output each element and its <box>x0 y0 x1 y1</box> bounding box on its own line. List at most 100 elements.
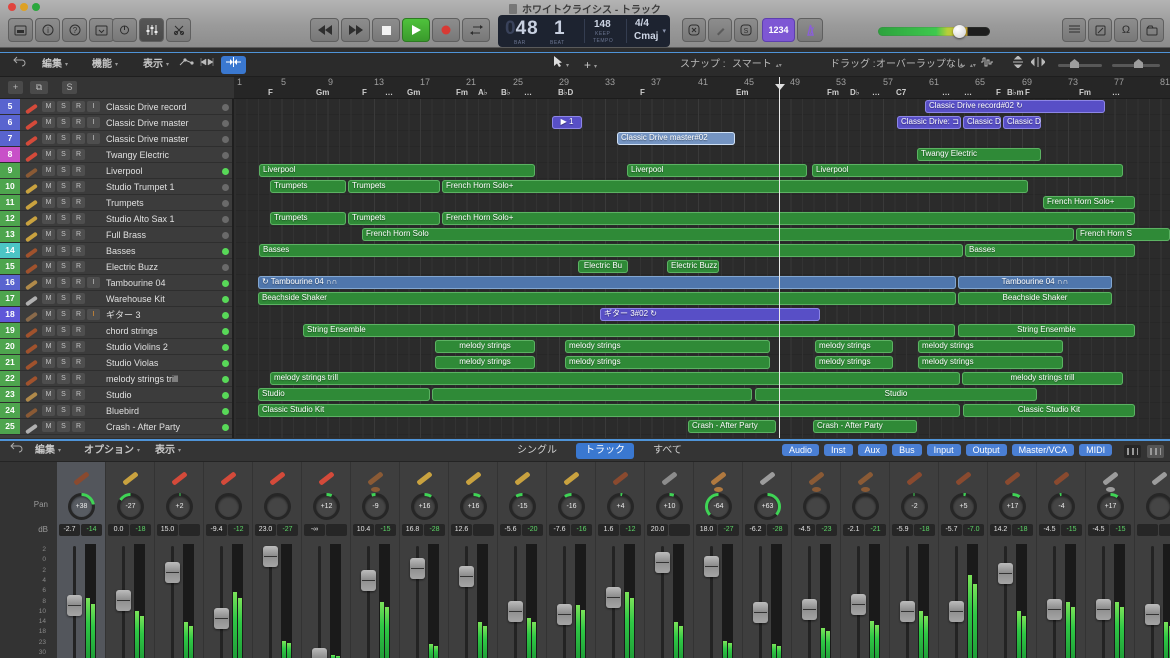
mute-button[interactable]: M <box>42 213 55 224</box>
region[interactable]: Trumpets <box>348 180 440 193</box>
volume-fader[interactable] <box>753 601 768 623</box>
fader-db-value[interactable]: -5.6 <box>500 524 521 536</box>
mute-button[interactable]: M <box>42 373 55 384</box>
quick-help-button[interactable]: ? <box>62 18 87 42</box>
pan-knob[interactable] <box>264 493 291 520</box>
solo-button[interactable]: S <box>57 389 70 400</box>
region[interactable]: Liverpool <box>627 164 807 177</box>
region[interactable]: melody strings <box>435 356 535 369</box>
mixer-channel-strip[interactable]: -4 -4.5 -15 <box>1037 462 1085 658</box>
pan-knob[interactable]: -16 <box>558 493 585 520</box>
mute-button[interactable]: M <box>42 341 55 352</box>
peak-db-value[interactable] <box>473 524 494 536</box>
solo-button[interactable]: S <box>57 277 70 288</box>
mixer-filter-button[interactable]: MIDI <box>1079 444 1113 456</box>
fader-db-value[interactable]: -7.6 <box>549 524 570 536</box>
mute-button[interactable]: M <box>42 261 55 272</box>
fader-db-value[interactable]: -6.2 <box>745 524 766 536</box>
mixer-filter-button[interactable]: Bus <box>892 444 922 456</box>
arrange-menu-functions[interactable]: 機能 ▾ <box>92 56 118 74</box>
peak-db-value[interactable] <box>1159 524 1170 536</box>
solo-mode-button[interactable]: S <box>734 18 758 42</box>
pan-knob[interactable]: +10 <box>656 493 683 520</box>
master-volume-knob[interactable] <box>953 25 966 38</box>
chord-track[interactable]: F Gm F… Gm Fm A♭ B♭… B♭D F Em Fm D♭… C7…… F B♭m F Fm… <box>234 88 1170 99</box>
record-enable-button[interactable]: R <box>72 149 85 160</box>
track-name[interactable]: Studio Violas <box>102 358 218 368</box>
automation-icon[interactable] <box>179 56 195 74</box>
solo-button[interactable]: S <box>57 405 70 416</box>
pan-knob[interactable]: -2 <box>901 493 928 520</box>
peak-db-value[interactable]: -14 <box>81 524 102 536</box>
record-enable-button[interactable]: R <box>72 181 85 192</box>
mixer-channel-strip[interactable]: -2.1 -21 <box>841 462 889 658</box>
pan-knob[interactable] <box>215 493 242 520</box>
mixer-filter-button[interactable]: Input <box>926 444 961 456</box>
mixer-button[interactable] <box>139 18 164 42</box>
mute-button[interactable]: M <box>42 405 55 416</box>
solo-button[interactable]: S <box>57 245 70 256</box>
volume-fader[interactable] <box>116 590 131 611</box>
pan-knob[interactable] <box>1146 493 1170 520</box>
pan-knob[interactable]: +12 <box>313 493 340 520</box>
track-name[interactable]: Tambourine 04 <box>102 278 218 288</box>
track-name[interactable]: Studio <box>102 390 218 400</box>
mixer-channel-strip[interactable]: -16 -7.6 -16 <box>547 462 595 658</box>
record-enable-button[interactable]: R <box>72 277 85 288</box>
mixer-filter-button[interactable]: Master/VCA <box>1011 444 1075 456</box>
track-name[interactable]: Trumpets <box>102 198 218 208</box>
solo-button[interactable]: S <box>57 101 70 112</box>
track-name[interactable]: Studio Alto Sax 1 <box>102 214 218 224</box>
fader-db-value[interactable]: 15.0 <box>157 524 178 536</box>
solo-button[interactable]: S <box>57 181 70 192</box>
editors-button[interactable] <box>166 18 191 42</box>
mixer-menu-options[interactable]: オプション ▾ <box>84 442 140 460</box>
solo-button[interactable]: S <box>57 293 70 304</box>
region[interactable]: Electric Bu <box>578 260 628 273</box>
fader-db-value[interactable]: -2.1 <box>843 524 864 536</box>
region[interactable]: French Horn S <box>1076 228 1170 241</box>
solo-button[interactable]: S <box>57 309 70 320</box>
peak-db-value[interactable]: -21 <box>865 524 886 536</box>
region[interactable]: melody strings <box>918 356 1063 369</box>
track-name[interactable]: ギター 3 <box>102 308 218 321</box>
catch-playhead-button[interactable] <box>221 56 246 74</box>
record-enable-button[interactable]: R <box>72 357 85 368</box>
mute-button[interactable]: M <box>42 181 55 192</box>
mixer-menu-view[interactable]: 表示 ▾ <box>155 442 181 460</box>
mute-button[interactable]: M <box>42 277 55 288</box>
region[interactable]: Beachside Shaker <box>258 292 956 305</box>
toolbar-menu-button[interactable] <box>89 18 114 42</box>
mute-button[interactable]: M <box>42 357 55 368</box>
pointer-tool-button[interactable]: ▾ <box>553 56 569 74</box>
vertical-zoom-slider[interactable] <box>1058 59 1102 68</box>
track-name[interactable]: chord strings <box>102 326 218 336</box>
mixer-channel-strip[interactable]: +16 12.6 <box>449 462 497 658</box>
region[interactable]: Trumpets <box>270 180 346 193</box>
browsers-button[interactable] <box>1140 18 1164 42</box>
peak-db-value[interactable]: -28 <box>424 524 445 536</box>
track-name[interactable]: Studio Violins 2 <box>102 342 218 352</box>
region[interactable]: Liverpool <box>259 164 535 177</box>
fader-db-value[interactable]: -4.5 <box>794 524 815 536</box>
mixer-channel-strip[interactable]: +2 15.0 <box>155 462 203 658</box>
record-enable-button[interactable]: R <box>72 309 85 320</box>
input-monitor-button[interactable]: I <box>87 117 100 128</box>
mixer-channel-strip[interactable]: +12 -∞ <box>302 462 350 658</box>
autopunch-button[interactable] <box>682 18 706 42</box>
track-name[interactable]: Classic Drive master <box>102 134 218 144</box>
solo-button[interactable]: S <box>57 197 70 208</box>
mixer-channel-strip[interactable]: -9 10.4 -15 <box>351 462 399 658</box>
mixer-channel-strip[interactable]: -27 0.0 -18 <box>106 462 154 658</box>
fader-db-value[interactable] <box>1137 524 1158 536</box>
mixer-channel-strip[interactable]: -2 -5.9 -18 <box>890 462 938 658</box>
secondary-tool-button[interactable]: + ▾ <box>584 56 597 74</box>
region[interactable]: Crash - After Party <box>813 420 917 433</box>
count-in-button[interactable]: 1234 <box>762 18 795 42</box>
note-pads-button[interactable] <box>1088 18 1112 42</box>
volume-fader[interactable] <box>508 600 523 622</box>
region[interactable]: Classic Studio Kit <box>258 404 960 417</box>
fader-db-value[interactable]: 18.0 <box>696 524 717 536</box>
record-enable-button[interactable]: R <box>72 213 85 224</box>
forward-button[interactable] <box>341 18 370 42</box>
